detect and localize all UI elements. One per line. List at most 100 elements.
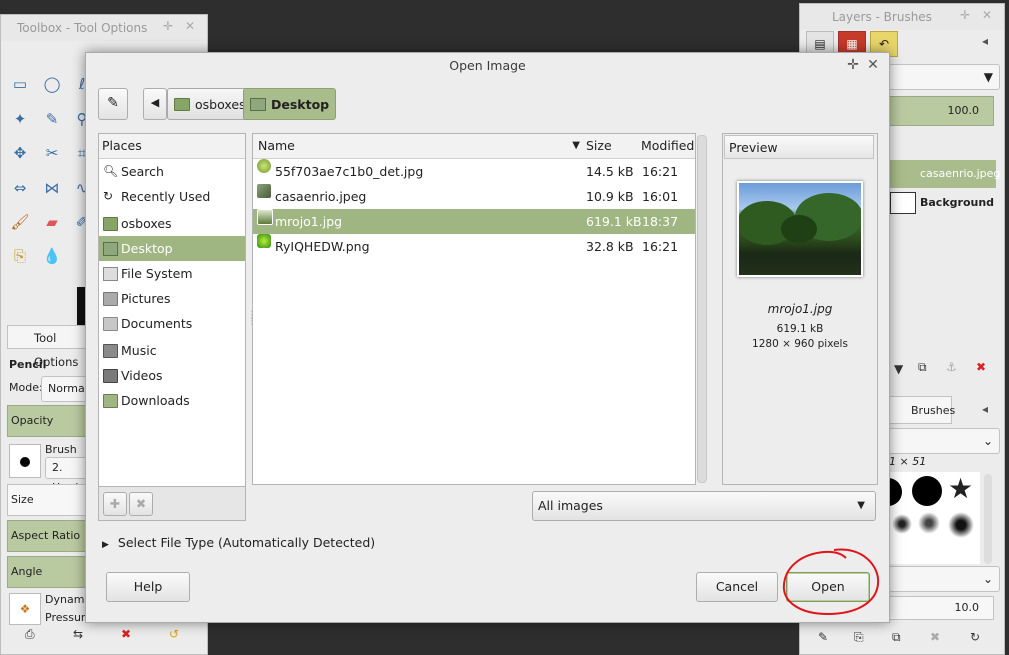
file-row[interactable]: casaenrio.jpeg 10.9 kB 16:01 xyxy=(253,184,695,209)
file-filter-select[interactable]: All images ▼ xyxy=(532,491,876,521)
layers-close-icon[interactable]: ✕ xyxy=(982,8,992,22)
paths-icon[interactable]: ✎ xyxy=(41,108,63,130)
expander-arrow-icon: ▶ xyxy=(102,540,109,550)
opacity-slider[interactable]: Opacity xyxy=(7,405,88,437)
brush-scrollbar[interactable] xyxy=(984,474,992,564)
delete-options-icon[interactable]: ✖ xyxy=(121,627,131,641)
fuzzy-select-icon[interactable]: ✦ xyxy=(9,108,31,130)
blur-icon[interactable]: 💧 xyxy=(41,245,63,267)
panel-menu-icon[interactable]: ◂ xyxy=(982,34,988,48)
save-options-icon[interactable]: ⎙ xyxy=(25,627,35,642)
brush-grid[interactable]: ★ xyxy=(888,472,980,564)
angle-slider[interactable]: Angle xyxy=(7,556,88,588)
sidebar-item-pictures[interactable]: Pictures xyxy=(99,286,245,311)
brush-preview[interactable] xyxy=(9,444,41,478)
chevron-left-icon: ◀ xyxy=(150,96,160,109)
align-icon[interactable]: ✂ xyxy=(41,142,63,164)
brush-tag-select[interactable]: ⌄ xyxy=(888,566,1000,592)
image-file-icon xyxy=(257,209,273,225)
cancel-button[interactable]: Cancel xyxy=(696,572,778,602)
delete-brush-icon[interactable]: ✖ xyxy=(930,630,940,644)
cage-icon[interactable]: ⋈ xyxy=(41,177,63,199)
add-bookmark-button[interactable]: ✚ xyxy=(103,492,127,516)
annotation-circle xyxy=(782,548,880,616)
dynamics-icon[interactable]: ❖ xyxy=(9,593,41,625)
sidebar-item-music[interactable]: Music xyxy=(99,338,245,363)
column-header-name[interactable]: Name ▼ xyxy=(253,134,587,159)
anchor-layer-icon[interactable]: ⚓ xyxy=(946,360,957,374)
brush-label: Brush xyxy=(45,443,77,456)
remove-bookmark-button[interactable]: ✖ xyxy=(129,492,153,516)
mode-select[interactable]: Normal xyxy=(41,376,89,402)
path-button-desktop[interactable]: Desktop xyxy=(243,88,337,120)
search-icon: 🔍︎ xyxy=(103,164,119,178)
pictures-folder-icon xyxy=(103,292,118,306)
layer-mode-select[interactable]: ▼ xyxy=(888,64,1000,90)
type-location-button[interactable]: ✎ xyxy=(98,88,128,120)
edit-brush-icon[interactable]: ✎ xyxy=(818,630,828,644)
sidebar-item-downloads[interactable]: Downloads xyxy=(99,388,245,413)
desktop-folder-icon xyxy=(250,97,266,111)
brushes-menu-icon[interactable]: ◂ xyxy=(982,402,988,416)
toolbox-pin-icon[interactable]: ✛ xyxy=(163,19,173,33)
layer-opacity-field[interactable]: 100.0 xyxy=(888,96,994,126)
column-header-modified[interactable]: Modified xyxy=(637,134,695,159)
harddisk-icon xyxy=(103,267,118,281)
file-row-selected[interactable]: mrojo1.jpg 619.1 kB 18:37 xyxy=(253,209,695,234)
layers-pin-icon[interactable]: ✛ xyxy=(960,8,970,22)
open-image-dialog: Open Image ✛ ✕ ✎ ◀ osboxes Desktop Place… xyxy=(85,52,890,623)
reset-options-icon[interactable]: ↺ xyxy=(169,627,179,641)
brush-spacing-field[interactable]: 10.0 xyxy=(888,596,994,620)
sidebar-item-search[interactable]: 🔍︎ Search xyxy=(99,159,245,184)
sidebar-item-videos[interactable]: Videos xyxy=(99,363,245,388)
dialog-close-icon[interactable]: ✕ xyxy=(865,57,881,73)
brushes-tab[interactable]: Brushes xyxy=(888,396,955,424)
paintbrush-icon[interactable]: 🖌 xyxy=(9,211,31,233)
home-folder-icon xyxy=(174,97,190,111)
dropdown-arrow-icon: ▼ xyxy=(857,500,865,511)
file-row[interactable]: RyIQHEDW.png 32.8 kB 16:21 xyxy=(253,234,695,259)
eraser-icon[interactable]: ▰ xyxy=(41,211,63,233)
file-list-scrollbar[interactable] xyxy=(697,135,707,483)
aspect-ratio-slider[interactable]: Aspect Ratio xyxy=(7,520,88,552)
duplicate-brush-icon[interactable]: ⧉ xyxy=(892,630,901,645)
sort-down-icon: ▼ xyxy=(572,140,580,151)
sidebar-item-osboxes[interactable]: osboxes xyxy=(99,211,245,236)
restore-options-icon[interactable]: ⇆ xyxy=(73,627,83,641)
move-icon[interactable]: ✥ xyxy=(9,142,31,164)
help-button[interactable]: Help xyxy=(106,572,190,602)
brush-name-field[interactable]: 2. Hard xyxy=(45,457,89,494)
desktop-icon xyxy=(103,242,118,256)
path-button-osboxes[interactable]: osboxes xyxy=(167,88,253,120)
rect-select-icon[interactable]: ▭ xyxy=(9,73,31,95)
clone-icon[interactable]: ⎘ xyxy=(9,245,31,267)
tool-options-tab[interactable]: Tool Options xyxy=(7,325,87,369)
image-file-icon xyxy=(257,234,271,248)
ellipse-select-icon[interactable]: ◯ xyxy=(41,73,63,95)
sidebar-item-documents[interactable]: Documents xyxy=(99,311,245,336)
refresh-brush-icon[interactable]: ↻ xyxy=(970,630,980,644)
dialog-pin-icon[interactable]: ✛ xyxy=(845,57,861,73)
file-row[interactable]: 55f703ae7c1b0_det.jpg 14.5 kB 16:21 xyxy=(253,159,695,184)
lower-layer-icon[interactable]: ▼ xyxy=(894,362,903,376)
size-field[interactable]: Size xyxy=(7,484,88,516)
preview-filename: mrojo1.jpg xyxy=(767,302,833,316)
mode-label: Mode: xyxy=(9,381,43,394)
sidebar-item-recent[interactable]: ↻ Recently Used xyxy=(99,184,245,209)
sidebar-item-desktop[interactable]: Desktop xyxy=(99,236,245,261)
sidebar-item-filesystem[interactable]: File System xyxy=(99,261,245,286)
delete-layer-icon[interactable]: ✖ xyxy=(976,360,986,374)
clock-icon: ↻ xyxy=(103,189,114,203)
column-header-size[interactable]: Size xyxy=(583,134,639,159)
layer-item-selected[interactable]: casaenrio.jpeg xyxy=(888,160,1000,188)
file-type-expander[interactable]: ▶ Select File Type (Automatically Detect… xyxy=(102,535,375,550)
preview-header: Preview xyxy=(724,135,874,159)
duplicate-layer-icon[interactable]: ⧉ xyxy=(918,360,927,375)
preview-pane: Preview mrojo1.jpg 619.1 kB 1280 × 960 p… xyxy=(722,133,878,485)
brush-filter-select[interactable]: ⌄ xyxy=(888,428,1000,454)
path-back-button[interactable]: ◀ xyxy=(143,88,167,120)
flip-icon[interactable]: ⇔ xyxy=(9,177,31,199)
new-brush-icon[interactable]: ⎘ xyxy=(854,630,864,645)
places-header: Places xyxy=(99,134,245,159)
toolbox-close-icon[interactable]: ✕ xyxy=(185,19,195,33)
